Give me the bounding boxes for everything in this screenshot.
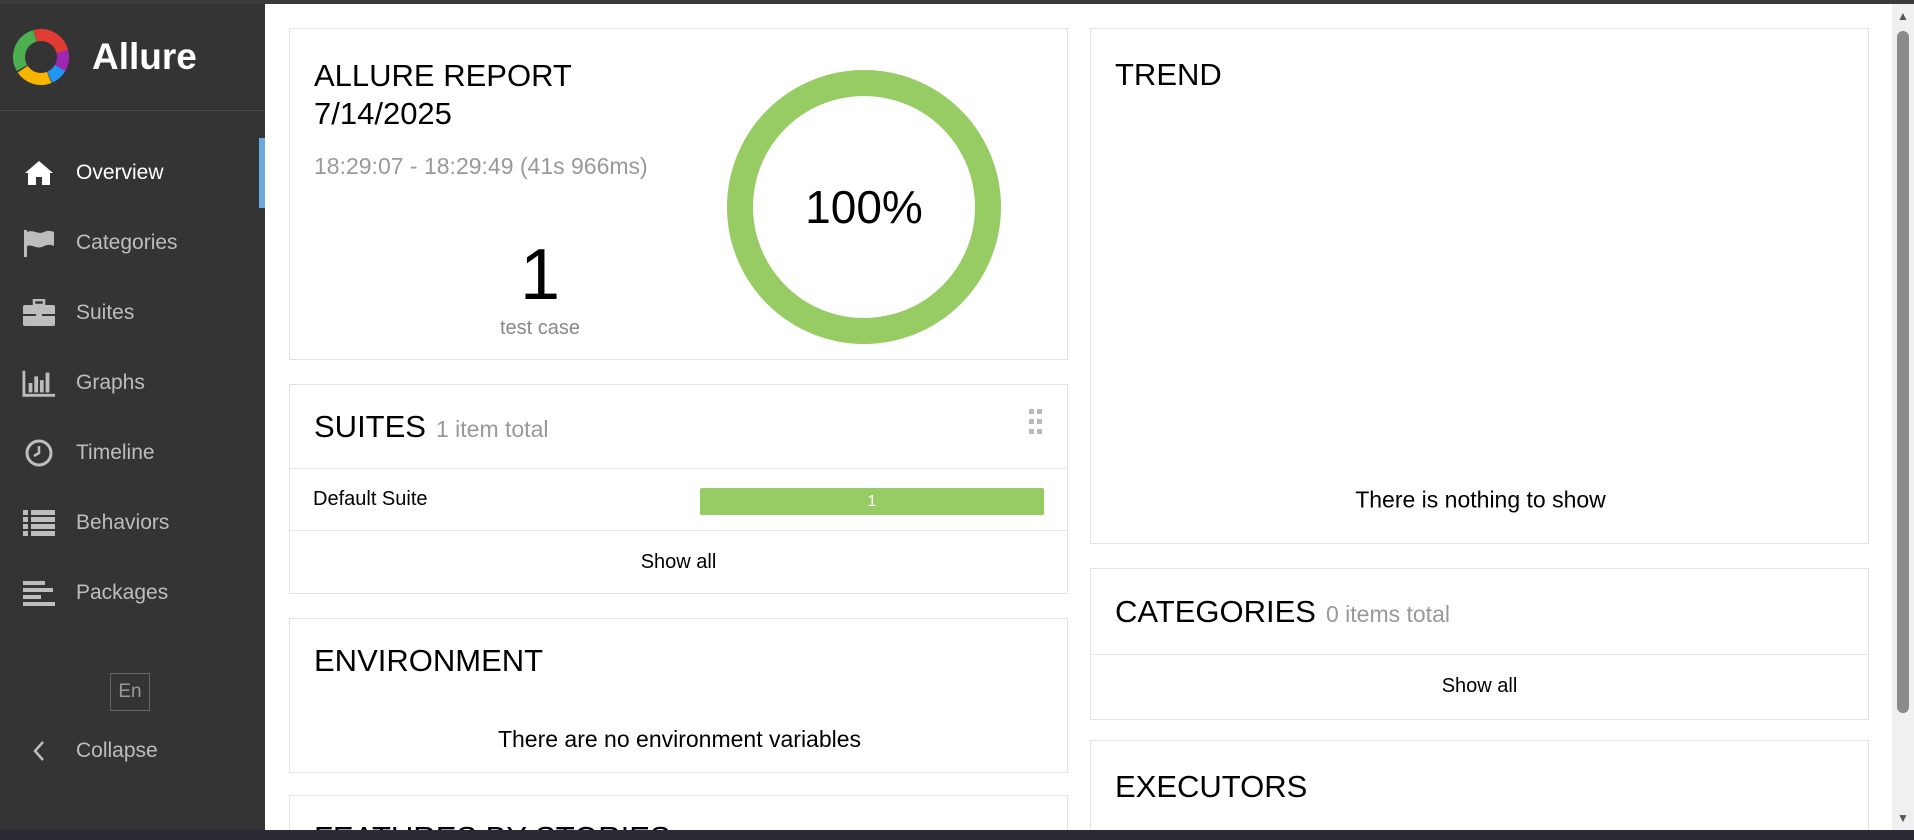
briefcase-icon bbox=[22, 298, 56, 328]
sidebar-item-timeline[interactable]: Timeline bbox=[0, 418, 265, 488]
suites-header: SUITES 1 item total bbox=[290, 385, 1067, 469]
suite-passed-count: 1 bbox=[867, 492, 877, 510]
sidebar-item-suites[interactable]: Suites bbox=[0, 278, 265, 348]
home-icon bbox=[22, 158, 56, 188]
environment-widget: ENVIRONMENT There are no environment var… bbox=[289, 618, 1068, 773]
test-case-count: 1 bbox=[519, 235, 561, 315]
report-title: ALLURE REPORT 7/14/2025 bbox=[314, 57, 572, 133]
sidebar-item-categories[interactable]: Categories bbox=[0, 208, 265, 278]
categories-widget: CATEGORIES 0 items total Show all bbox=[1090, 568, 1869, 720]
trend-title: TREND bbox=[1115, 57, 1222, 92]
sidebar-item-label: Behaviors bbox=[76, 511, 170, 534]
sidebar-nav: Overview Categories Suites Graphs Timeli… bbox=[0, 138, 265, 628]
language-switcher[interactable]: En bbox=[110, 673, 150, 711]
vertical-scrollbar[interactable]: ▲ ▼ bbox=[1892, 4, 1914, 830]
test-case-label: test case bbox=[499, 317, 581, 339]
sidebar-item-packages[interactable]: Packages bbox=[0, 558, 265, 628]
collapse-label: Collapse bbox=[76, 739, 158, 762]
bar-chart-icon bbox=[22, 368, 56, 398]
sidebar-item-behaviors[interactable]: Behaviors bbox=[0, 488, 265, 558]
categories-count: 0 items total bbox=[1325, 601, 1450, 627]
categories-title: CATEGORIES bbox=[1115, 593, 1316, 629]
table-row[interactable]: Default Suite 1 bbox=[290, 469, 1067, 531]
report-time-range: 18:29:07 - 18:29:49 (41s 966ms) bbox=[314, 153, 648, 179]
chevron-left-icon bbox=[22, 736, 56, 766]
environment-empty-text: There are no environment variables bbox=[497, 726, 862, 752]
summary-widget: ALLURE REPORT 7/14/2025 18:29:07 - 18:29… bbox=[289, 28, 1068, 360]
app-name: Allure bbox=[92, 36, 197, 77]
suites-widget: SUITES 1 item total Default Suite 1 Show… bbox=[289, 384, 1068, 594]
allure-logo-icon bbox=[10, 26, 72, 88]
collapse-button[interactable]: Collapse bbox=[22, 731, 158, 771]
categories-header: CATEGORIES 0 items total bbox=[1091, 569, 1868, 655]
suite-status-bar[interactable]: 1 bbox=[700, 488, 1044, 515]
scroll-up-icon[interactable]: ▲ bbox=[1892, 6, 1914, 26]
trend-widget: TREND There is nothing to show bbox=[1090, 28, 1869, 544]
sidebar-item-label: Categories bbox=[76, 231, 178, 254]
align-left-icon bbox=[22, 578, 56, 608]
suite-name: Default Suite bbox=[313, 488, 428, 510]
sidebar-item-label: Packages bbox=[76, 581, 169, 604]
flag-icon bbox=[22, 228, 56, 258]
scrollbar-thumb[interactable] bbox=[1897, 31, 1909, 713]
report-date: 7/14/2025 bbox=[314, 96, 452, 131]
list-icon bbox=[22, 508, 56, 538]
sidebar-item-label: Suites bbox=[76, 301, 135, 324]
scroll-down-icon[interactable]: ▼ bbox=[1892, 808, 1914, 828]
executors-widget: EXECUTORS bbox=[1090, 740, 1869, 830]
categories-show-all-link[interactable]: Show all bbox=[1091, 655, 1868, 717]
sidebar-item-graphs[interactable]: Graphs bbox=[0, 348, 265, 418]
sidebar-item-overview[interactable]: Overview bbox=[0, 138, 265, 208]
clock-icon bbox=[22, 438, 56, 468]
trend-empty-text: There is nothing to show bbox=[1355, 486, 1606, 513]
features-widget: FEATURES BY STORIES bbox=[289, 795, 1068, 830]
main-content: ALLURE REPORT 7/14/2025 18:29:07 - 18:29… bbox=[265, 4, 1892, 830]
sidebar-item-label: Graphs bbox=[76, 371, 145, 394]
suites-count: 1 item total bbox=[435, 416, 549, 442]
drag-handle-icon[interactable] bbox=[1029, 409, 1043, 437]
sidebar-item-label: Timeline bbox=[76, 441, 155, 464]
features-title: FEATURES BY STORIES bbox=[314, 820, 671, 830]
success-rate-label: 100% bbox=[805, 181, 923, 233]
sidebar: Allure Overview Categories Suites Graphs bbox=[0, 4, 265, 830]
suites-title: SUITES bbox=[314, 408, 426, 444]
report-name: ALLURE REPORT bbox=[314, 58, 572, 93]
sidebar-item-label: Overview bbox=[76, 161, 164, 184]
taskbar-edge bbox=[0, 830, 1914, 840]
executors-title: EXECUTORS bbox=[1115, 769, 1308, 804]
brand[interactable]: Allure bbox=[0, 4, 265, 111]
environment-title: ENVIRONMENT bbox=[314, 643, 544, 678]
suites-show-all-link[interactable]: Show all bbox=[290, 531, 1067, 593]
